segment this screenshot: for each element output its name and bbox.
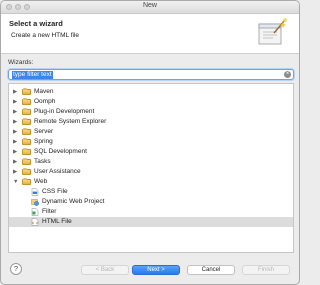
tree-item-css-file[interactable]: CSS File [9, 187, 293, 197]
finish-button[interactable]: Finish [242, 265, 290, 275]
title-bar: New [1, 1, 299, 14]
tree-item-remote-system-explorer[interactable]: ▶ Remote System Explorer [9, 117, 293, 127]
expand-arrow-icon[interactable]: ▶ [13, 157, 17, 167]
expand-arrow-icon[interactable]: ▶ [13, 127, 17, 137]
folder-icon [22, 108, 31, 115]
tree-item-tasks[interactable]: ▶ Tasks [9, 157, 293, 167]
tree-item-dynamic-web-project[interactable]: Dynamic Web Project [9, 197, 293, 207]
expand-arrow-icon[interactable]: ▶ [13, 97, 17, 107]
filter-icon [31, 208, 39, 216]
folder-icon [22, 88, 31, 95]
css-file-icon [31, 188, 39, 196]
folder-icon [22, 148, 31, 155]
wizard-heading: Select a wizard [9, 19, 63, 28]
tree-item-label: Maven [34, 88, 54, 95]
dialog-footer: ? < Back Next > Cancel Finish [1, 257, 299, 284]
folder-icon [22, 168, 31, 175]
expand-arrow-icon[interactable]: ▶ [13, 117, 17, 127]
wizard-description: Create a new HTML file [11, 32, 80, 39]
help-button[interactable]: ? [10, 263, 22, 275]
tree-item-sql-development[interactable]: ▶ SQL Development [9, 147, 293, 157]
tree-item-label: SQL Development [34, 148, 87, 155]
tree-item-label: Plug-in Development [34, 108, 95, 115]
window-title: New [142, 2, 157, 9]
tree-item-oomph[interactable]: ▶ Oomph [9, 97, 293, 107]
expand-arrow-icon[interactable]: ▶ [13, 167, 17, 177]
expand-arrow-icon[interactable]: ▶ [13, 137, 17, 147]
open-folder-icon [22, 178, 31, 185]
clear-filter-icon[interactable]: × [284, 71, 291, 78]
tree-item-label: Tasks [34, 158, 51, 165]
tree-item-label: Dynamic Web Project [42, 198, 105, 205]
next-button[interactable]: Next > [132, 265, 180, 275]
tree-item-label: Spring [34, 138, 53, 145]
tree-item-label: User Assistance [34, 168, 81, 175]
expand-arrow-icon[interactable]: ▶ [13, 107, 17, 117]
wizard-banner: Select a wizard Create a new HTML file [1, 14, 299, 54]
folder-icon [22, 138, 31, 145]
filter-text: type filter text [12, 70, 53, 79]
folder-icon [22, 158, 31, 165]
wizard-banner-icon [258, 18, 287, 45]
tree-item-label: CSS File [42, 188, 68, 195]
tree-item-label: Remote System Explorer [34, 118, 107, 125]
tree-item-label: HTML File [42, 218, 72, 225]
web-project-icon [31, 199, 39, 206]
tree-item-label: Oomph [34, 98, 56, 105]
tree-item-label: Web [34, 178, 48, 185]
back-button[interactable]: < Back [81, 265, 129, 275]
tree-item-filter[interactable]: Filter [9, 207, 293, 217]
tree-item-html-file[interactable]: HTML File [9, 217, 293, 227]
tree-item-label: Server [34, 128, 54, 135]
expand-arrow-icon[interactable]: ▶ [13, 87, 17, 97]
tree-item-user-assistance[interactable]: ▶ User Assistance [9, 167, 293, 177]
tree-item-server[interactable]: ▶ Server [9, 127, 293, 137]
cancel-button[interactable]: Cancel [187, 265, 235, 275]
tree-item-plug-in-development[interactable]: ▶ Plug-in Development [9, 107, 293, 117]
new-wizard-dialog: New Select a wizard Create a new HTML fi… [0, 0, 300, 285]
folder-icon [22, 128, 31, 135]
tree-item-label: Filter [42, 208, 57, 215]
wizard-filter-input[interactable]: type filter text × [8, 69, 294, 80]
tree-item-maven[interactable]: ▶ Maven [9, 87, 293, 97]
folder-icon [22, 118, 31, 125]
tree-item-spring[interactable]: ▶ Spring [9, 137, 293, 147]
collapse-arrow-icon[interactable]: ▼ [13, 177, 18, 187]
folder-icon [22, 98, 31, 105]
html-file-icon [31, 218, 39, 226]
wizard-tree[interactable]: ▶ Maven ▶ Oomph ▶ Plug-in Development ▶ … [8, 83, 294, 253]
expand-arrow-icon[interactable]: ▶ [13, 147, 17, 157]
wizards-label: Wizards: [8, 59, 34, 66]
tree-item-web[interactable]: ▼ Web [9, 177, 293, 187]
